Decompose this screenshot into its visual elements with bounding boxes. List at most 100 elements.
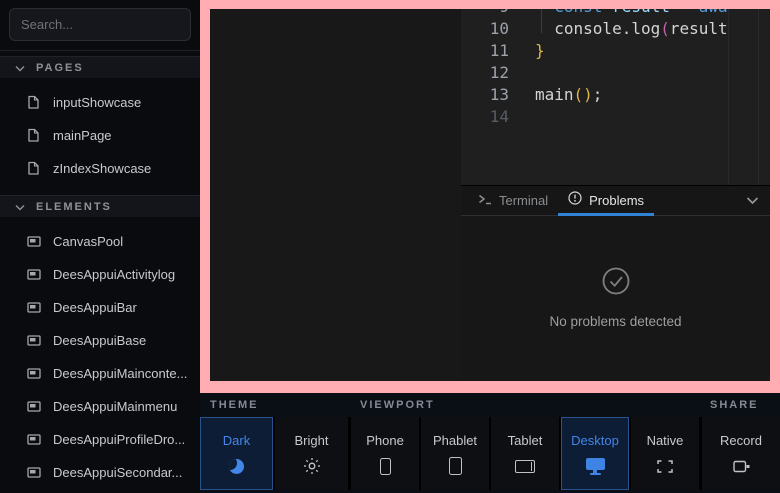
code-token: result [670,19,728,38]
panel-tabbar: Terminal Problems [461,185,770,216]
sidebar-item-label: DeesAppuiBar [53,300,137,315]
sidebar-section-elements: ELEMENTS CanvasPool DeesAppuiActivitylog De… [0,195,200,489]
sidebar-item-inputshowcase[interactable]: inputShowcase [0,86,200,119]
section-header-elements[interactable]: ELEMENTS [0,195,200,217]
code-line: 11} [461,40,770,62]
code-token: = [680,9,699,16]
code-token: } [535,41,545,60]
problems-empty-text: No problems detected [549,314,681,329]
tab-terminal[interactable]: Terminal [478,186,558,215]
tab-label: Problems [589,193,644,208]
element-icon [26,401,41,412]
editor-scrollbar[interactable] [758,9,759,185]
chevron-down-icon [15,59,25,77]
preview-canvas: 9 const result = awa10 console.log(resul… [210,9,770,381]
code-text: main(); [535,84,602,106]
tablet-button[interactable]: Tablet [491,417,559,490]
sidebar-item-label: mainPage [53,128,112,143]
phablet-button[interactable]: Phablet [421,417,489,490]
panel-collapse-button[interactable] [746,196,759,205]
code-token [535,9,554,16]
sidebar-item-deesappuimainmenu[interactable]: DeesAppuiMainmenu [0,390,200,423]
toolbar-buttons: Dark Bright Phone Phablet Tablet Desktop Nativ… [200,417,780,490]
code-text: } [535,40,545,62]
sun-icon [303,456,321,476]
code-token: const [554,9,612,16]
section-header-pages[interactable]: PAGES [0,56,200,78]
sidebar-item-deesappuisecondar[interactable]: DeesAppuiSecondar... [0,456,200,489]
desktop-button[interactable]: Desktop [561,417,629,490]
line-number: 11 [461,40,509,62]
code-token: ( [660,19,670,38]
doc-icon [26,161,41,176]
sidebar: PAGES inputShowcase mainPage zIndexShowcase… [0,0,200,493]
section-items-pages: inputShowcase mainPage zIndexShowcase [0,78,200,185]
line-number: 14 [461,106,509,128]
phone-icon [380,456,391,476]
sidebar-item-label: DeesAppuiMainmenu [53,399,177,414]
sidebar-item-zindexshowcase[interactable]: zIndexShowcase [0,152,200,185]
sidebar-item-deesappuibar[interactable]: DeesAppuiBar [0,291,200,324]
record-button[interactable]: Record [702,417,780,490]
sidebar-item-label: zIndexShowcase [53,161,151,176]
moon-icon [229,456,244,476]
tab-problems[interactable]: Problems [558,186,654,215]
toolbar-button-label: Record [720,433,762,448]
desktop-icon [586,456,605,476]
code-token: ; [593,85,603,104]
line-number: 13 [461,84,509,106]
sidebar-item-mainpage[interactable]: mainPage [0,119,200,152]
toolbar-button-label: Bright [295,433,329,448]
sidebar-item-canvaspool[interactable]: CanvasPool [0,225,200,258]
toolbar-group-share: Record [702,417,780,490]
problems-panel: No problems detected [461,216,770,381]
toolbar-header: THEME VIEWPORT SHARE [200,393,780,417]
toolbar-button-label: Tablet [508,433,543,448]
section-label: PAGES [36,62,84,74]
check-circle-icon [600,265,632,302]
toolbar-group-label-share: SHARE [710,399,759,411]
search-input[interactable] [9,8,191,41]
bright-button[interactable]: Bright [275,417,348,490]
phone-button[interactable]: Phone [351,417,419,490]
tablet-icon [515,456,535,476]
code-token: console.log [554,19,660,38]
toolbar-group-viewport: Phone Phablet Tablet Desktop Native [351,417,699,490]
sidebar-item-deesappuiactivitylog[interactable]: DeesAppuiActivitylog [0,258,200,291]
record-icon [733,456,750,476]
code-line: 13 main(); [461,84,770,106]
toolbar-group-label-viewport: VIEWPORT [360,399,435,411]
code-token: main [535,85,574,104]
code-token [535,19,554,38]
code-line: 12 [461,62,770,84]
dev-panel: 9 const result = awa10 console.log(resul… [461,9,770,381]
tab-label: Terminal [499,193,548,208]
sidebar-item-deesappuiprofiledro[interactable]: DeesAppuiProfileDro... [0,423,200,456]
code-token: () [574,85,593,104]
native-button[interactable]: Native [631,417,699,490]
code-line: 9 const result = awa [461,9,770,18]
sidebar-item-label: DeesAppuiMainconte... [53,366,187,381]
sidebar-item-label: DeesAppuiProfileDro... [53,432,185,447]
search-container [0,0,200,41]
toolbar-group-label-theme: THEME [210,399,259,411]
sidebar-item-label: CanvasPool [53,234,123,249]
code-text: const result = awa [535,9,728,18]
code-text: console.log(result [535,18,728,40]
line-number: 12 [461,62,509,84]
element-icon [26,335,41,346]
sidebar-item-label: DeesAppuiSecondar... [53,465,182,480]
section-items-elements: CanvasPool DeesAppuiActivitylog DeesAppuiB… [0,217,200,489]
toolbar-button-label: Desktop [571,433,619,448]
app-root: PAGES inputShowcase mainPage zIndexShowcase… [0,0,780,493]
dark-button[interactable]: Dark [200,417,273,490]
toolbar-button-label: Phablet [433,433,477,448]
line-number: 10 [461,18,509,40]
sidebar-item-deesappuimainconte[interactable]: DeesAppuiMainconte... [0,357,200,390]
sidebar-section-pages: PAGES inputShowcase mainPage zIndexShowcase [0,56,200,185]
doc-icon [26,128,41,143]
code-editor[interactable]: 9 const result = awa10 console.log(resul… [461,9,770,185]
sidebar-item-deesappuibase[interactable]: DeesAppuiBase [0,324,200,357]
element-icon [26,434,41,445]
code-token: result [612,9,679,16]
